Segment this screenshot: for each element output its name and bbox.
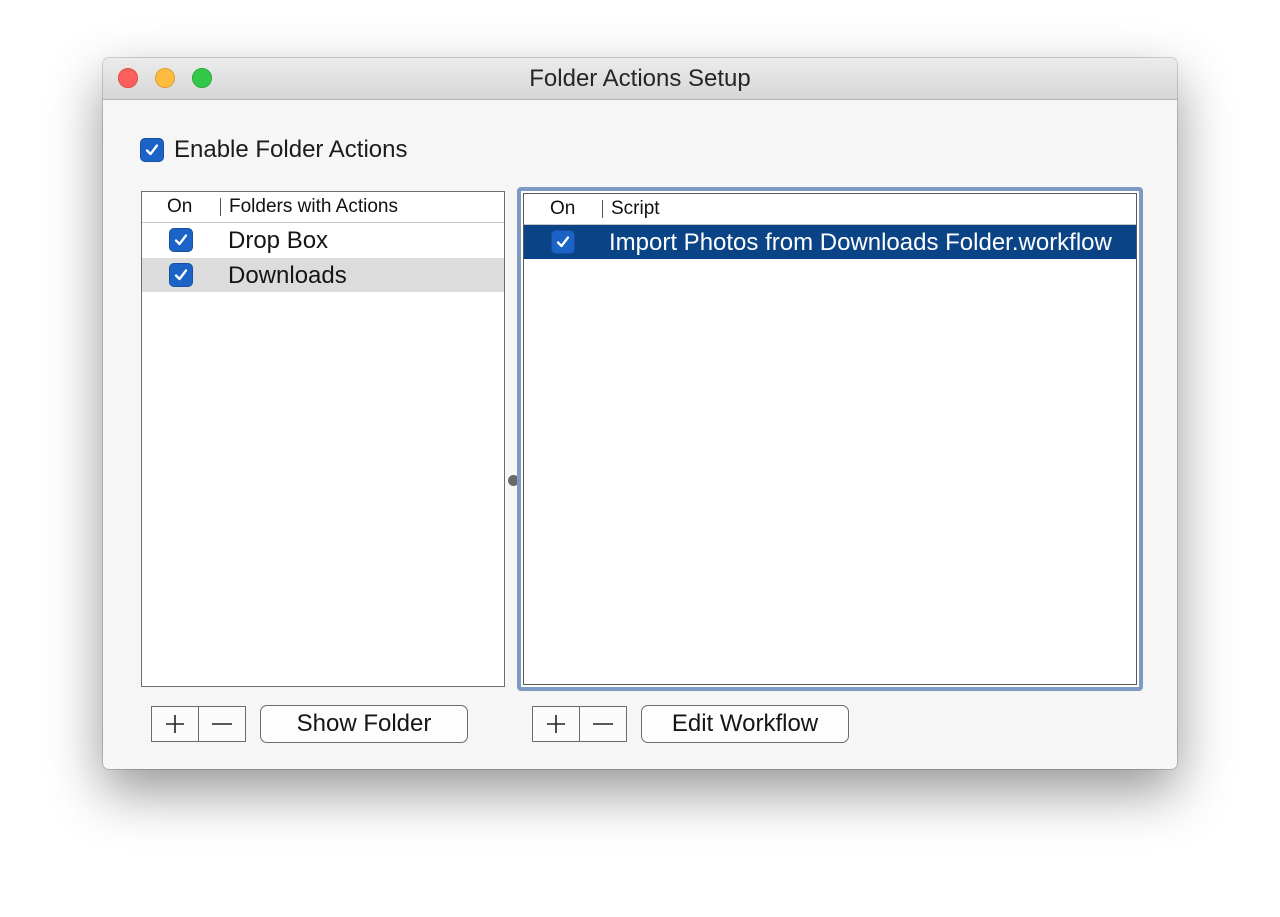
folder-add-remove-control — [151, 706, 246, 742]
window-title: Folder Actions Setup — [529, 65, 751, 92]
column-header-on[interactable]: On — [550, 194, 575, 224]
checkmark-icon — [174, 234, 188, 246]
folder-enabled-checkbox[interactable] — [169, 263, 193, 287]
add-script-button[interactable] — [533, 707, 579, 741]
scripts-table-header: On Script — [524, 194, 1136, 225]
remove-folder-button[interactable] — [198, 707, 245, 741]
plus-icon — [166, 715, 184, 733]
column-header-folders[interactable]: Folders with Actions — [229, 192, 398, 222]
add-folder-button[interactable] — [152, 707, 198, 741]
folder-actions-window: Folder Actions Setup Enable Folder Actio… — [103, 58, 1177, 769]
script-enabled-checkbox[interactable] — [551, 230, 575, 254]
remove-script-button[interactable] — [579, 707, 626, 741]
folder-row-drop-box[interactable]: Drop Box — [142, 223, 504, 257]
folder-row-downloads[interactable]: Downloads — [142, 258, 504, 292]
folders-table[interactable]: On Folders with Actions Drop Box Downloa… — [141, 191, 505, 687]
minus-icon — [212, 723, 232, 725]
checkmark-icon — [556, 236, 570, 248]
show-folder-button[interactable]: Show Folder — [260, 705, 468, 743]
plus-icon — [547, 715, 565, 733]
checkmark-icon — [174, 269, 188, 281]
scripts-table-body: On Script Import Photos from Downloads F… — [523, 193, 1137, 685]
folder-name: Drop Box — [228, 227, 329, 254]
folders-table-header: On Folders with Actions — [142, 192, 504, 223]
enable-folder-actions-row[interactable]: Enable Folder Actions — [140, 136, 408, 163]
folder-name: Downloads — [228, 262, 347, 289]
column-header-on[interactable]: On — [167, 192, 192, 222]
column-separator[interactable] — [602, 200, 603, 218]
checkmark-icon — [145, 144, 159, 156]
column-header-script[interactable]: Script — [611, 194, 660, 224]
edit-workflow-button[interactable]: Edit Workflow — [641, 705, 849, 743]
title-bar[interactable]: Folder Actions Setup — [103, 58, 1177, 100]
script-name: Import Photos from Downloads Folder.work… — [609, 229, 1112, 256]
script-row[interactable]: Import Photos from Downloads Folder.work… — [524, 225, 1136, 259]
column-separator[interactable] — [220, 198, 221, 216]
folder-enabled-checkbox[interactable] — [169, 228, 193, 252]
scripts-table[interactable]: On Script Import Photos from Downloads F… — [517, 187, 1143, 691]
script-add-remove-control — [532, 706, 627, 742]
enable-folder-actions-checkbox[interactable] — [140, 138, 164, 162]
minus-icon — [593, 723, 613, 725]
enable-folder-actions-label: Enable Folder Actions — [174, 136, 408, 163]
